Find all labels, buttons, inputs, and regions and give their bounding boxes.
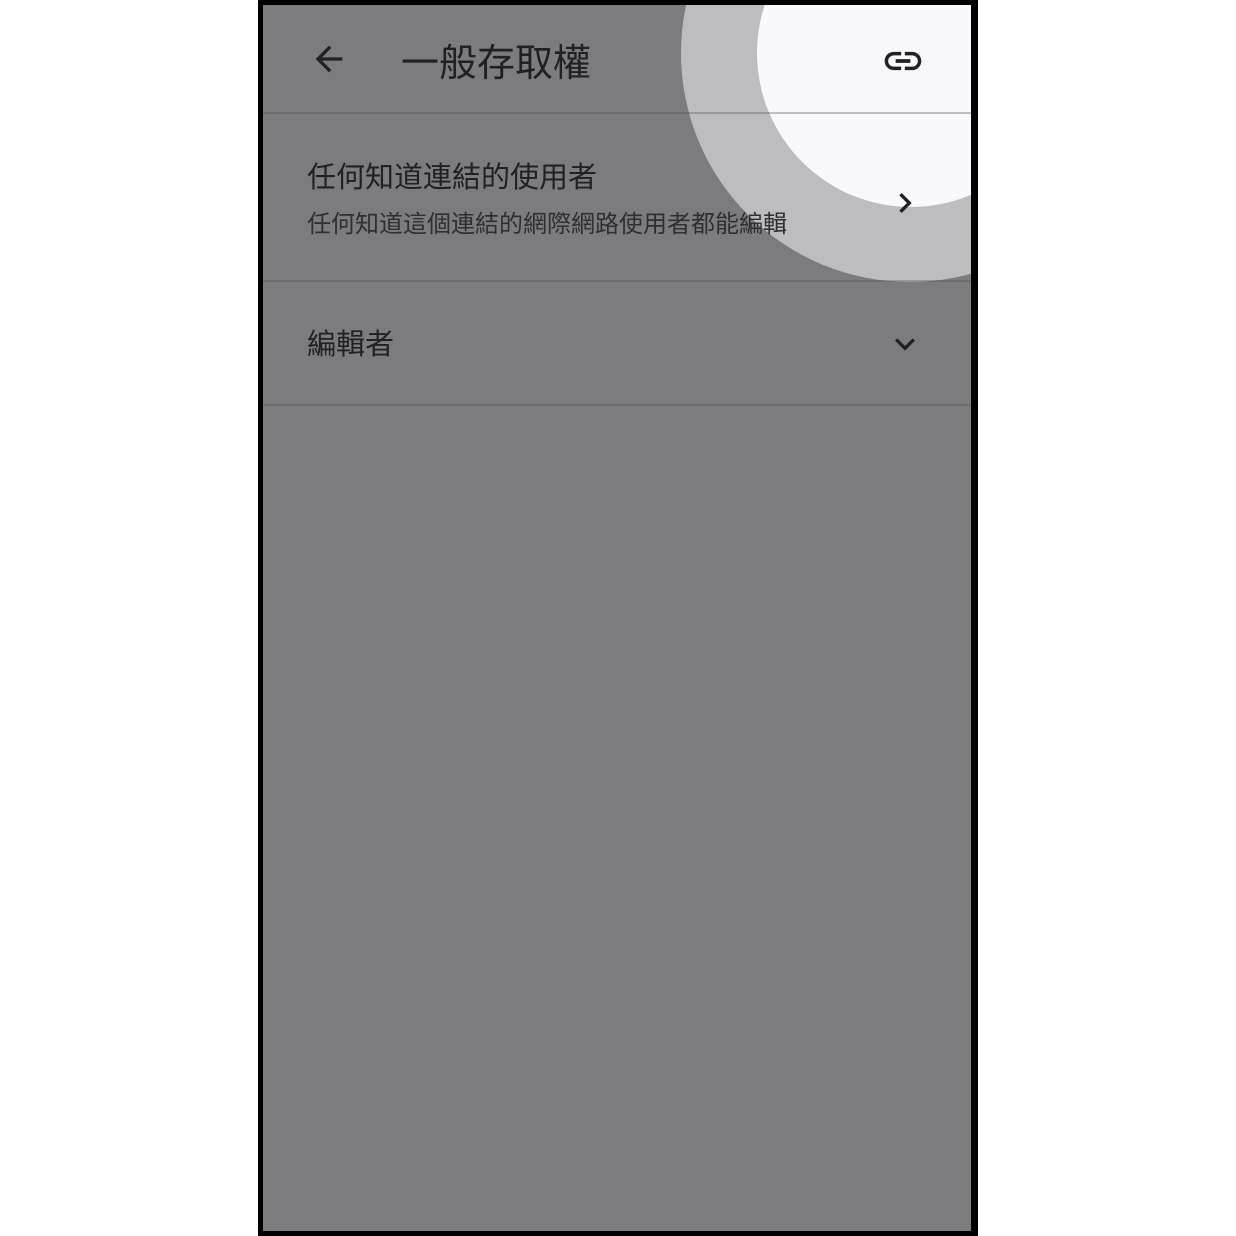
access-primary-label: 任何知道連結的使用者: [307, 160, 598, 194]
row-divider: [263, 404, 971, 406]
role-dropdown[interactable]: 編輯者: [263, 282, 971, 404]
arrow-back-icon: [315, 45, 343, 73]
role-label: 編輯者: [307, 327, 395, 361]
general-access-option[interactable]: 任何知道連結的使用者 任何知道這個連結的網際網路使用者都能編輯: [263, 114, 971, 280]
link-icon: [884, 51, 922, 71]
back-button[interactable]: [303, 33, 355, 85]
page-title: 一般存取權: [401, 41, 592, 85]
screen: 一般存取權 任何知道連結的使用者 任何知道這個連結的網際網路使用者都能編輯 編輯…: [263, 5, 971, 1231]
copy-link-button[interactable]: [877, 35, 929, 87]
device-frame: 一般存取權 任何知道連結的使用者 任何知道這個連結的網際網路使用者都能編輯 編輯…: [258, 0, 978, 1236]
chevron-right-icon: [885, 183, 925, 223]
access-secondary-label: 任何知道這個連結的網際網路使用者都能編輯: [307, 210, 787, 238]
chevron-down-icon: [885, 324, 925, 364]
